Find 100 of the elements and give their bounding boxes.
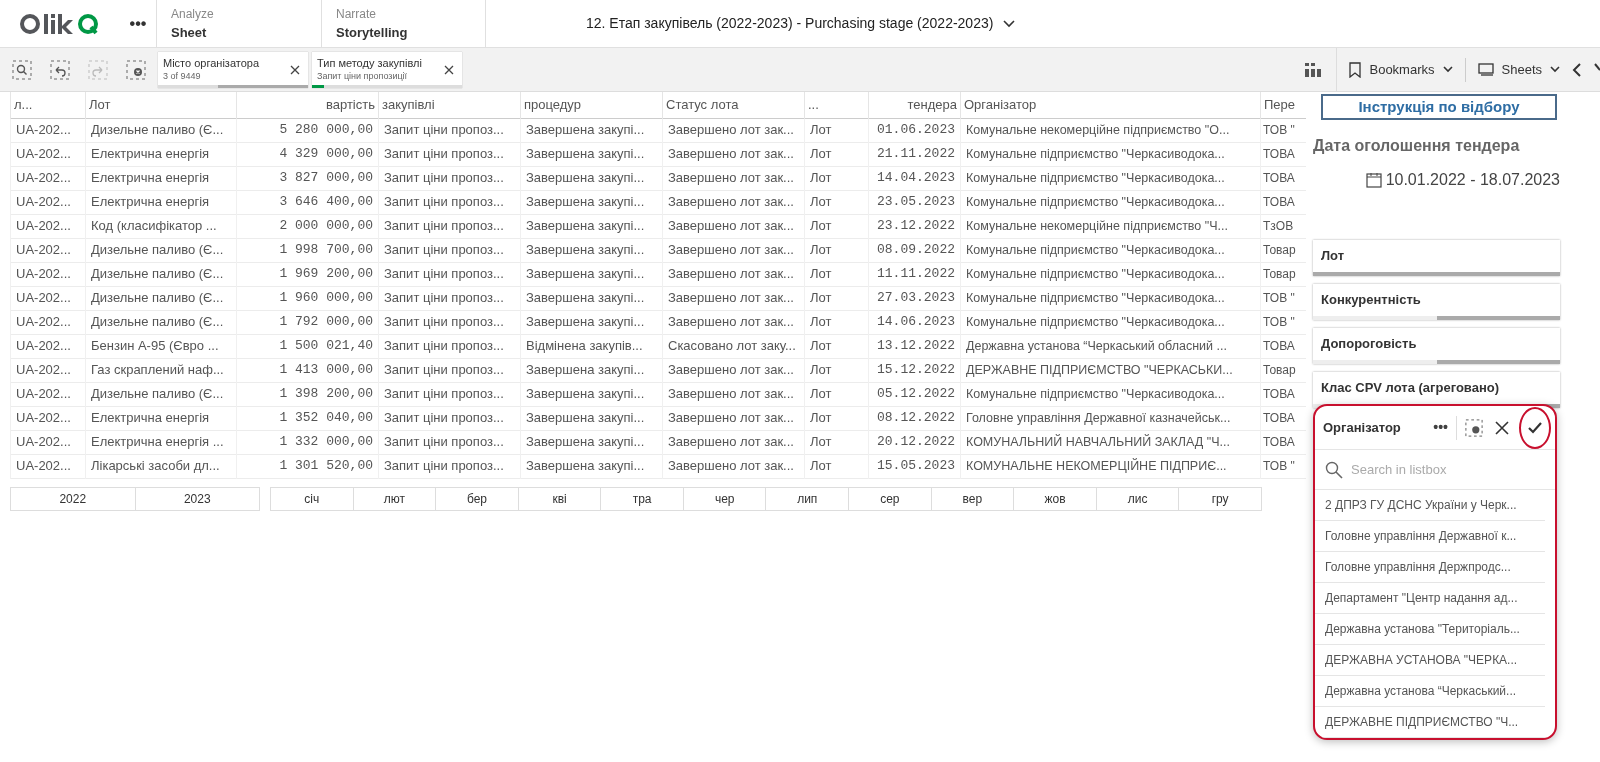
table-cell: Головне управління Державної казначейськ... [960, 406, 1261, 430]
table-cell: Запит ціни пропоз... [378, 286, 521, 310]
confirm-button[interactable] [1519, 406, 1551, 449]
calendar-icon[interactable] [1365, 172, 1382, 188]
table-cell: 13.12.2022 [868, 334, 961, 358]
step-back-icon[interactable] [50, 59, 70, 80]
table-cell: Дизельне паливо (Є... [85, 118, 237, 142]
table-cell: 1 332 000,00 [236, 430, 379, 454]
table-cell: Комунальне підприємство "Черкасиводока... [960, 238, 1261, 262]
filter-pane[interactable]: Клас CPV лота (агреговано) [1313, 372, 1560, 408]
column-header[interactable]: Організатор [960, 92, 1261, 118]
analyze-tab[interactable]: Analyze Sheet [156, 0, 321, 47]
listbox-item[interactable]: Державна установа “Черкаський... [1315, 676, 1545, 707]
table-cell: Лот [804, 286, 869, 310]
table-cell: UA-202... [10, 454, 86, 478]
filter-pane[interactable]: Допороговість [1313, 328, 1560, 364]
table-cell: 1 998 700,00 [236, 238, 379, 262]
chevron-left-icon[interactable] [1572, 62, 1582, 77]
column-header[interactable]: ... [804, 92, 869, 118]
month-filter-item[interactable]: лип [765, 487, 849, 510]
table-cell: 1 301 520,00 [236, 454, 379, 478]
table-cell: UA-202... [10, 190, 86, 214]
month-filter-item[interactable]: лют [352, 487, 436, 510]
selection-field: Тип методу закупівлі [317, 56, 444, 70]
table-cell: UA-202... [10, 382, 86, 406]
month-filter-item[interactable]: кві [517, 487, 601, 510]
column-header[interactable]: л... [10, 92, 86, 118]
more-menu-button[interactable]: ••• [1433, 417, 1448, 438]
table-cell: 15.12.2022 [868, 358, 961, 382]
checkmark-icon[interactable] [1528, 421, 1542, 434]
close-icon[interactable] [290, 64, 300, 75]
table-cell: Запит ціни пропоз... [378, 358, 521, 382]
table-cell: Завершено лот зак... [662, 118, 805, 142]
table-cell: Завершено лот зак... [662, 406, 805, 430]
table-cell: Запит ціни пропоз... [378, 382, 521, 406]
column-header[interactable]: Пере [1260, 92, 1306, 118]
table-cell: Комунальне некомерційне підприємство "О... [960, 118, 1261, 142]
table-cell: 20.12.2022 [868, 430, 961, 454]
table-cell: Дизельне паливо (Є... [85, 262, 237, 286]
month-filter-item[interactable]: жов [1013, 487, 1096, 510]
column-header[interactable]: Лот [85, 92, 237, 118]
listbox-item[interactable]: Державна установа "Територіаль... [1315, 614, 1545, 645]
grid-icon[interactable] [1304, 61, 1323, 78]
smart-search-icon[interactable] [12, 59, 32, 80]
more-menu-button[interactable]: ••• [120, 11, 156, 36]
close-icon[interactable] [444, 64, 454, 75]
listbox-item[interactable]: ДЕРЖАВНА УСТАНОВА "ЧЕРКА... [1315, 645, 1545, 676]
narrate-tab[interactable]: Narrate Storytelling [321, 0, 486, 47]
month-filter-item[interactable]: бер [435, 487, 518, 510]
listbox-search-field[interactable]: Search in listbox [1351, 459, 1531, 480]
month-filter-item[interactable]: сер [848, 487, 931, 510]
column-header[interactable]: процедур [520, 92, 663, 118]
year-filter-item[interactable]: 2022 [11, 487, 135, 510]
bookmarks-button[interactable]: Bookmarks [1349, 59, 1453, 80]
table-cell: Товар [1260, 262, 1306, 286]
table-cell: ТОВА [1260, 166, 1306, 190]
table-cell: Державна установа “Черкаський обласний ... [960, 334, 1261, 358]
table-cell: 08.09.2022 [868, 238, 961, 262]
close-icon[interactable] [1495, 420, 1509, 435]
month-filter-item[interactable]: лис [1095, 487, 1179, 510]
clear-selections-icon[interactable] [1465, 418, 1483, 437]
selection-chip[interactable]: Тип методу закупівлі Запит ціни пропозиції [312, 51, 462, 88]
filter-pane[interactable]: Конкурентність [1313, 284, 1560, 320]
table-cell: 01.06.2023 [868, 118, 961, 142]
table-cell: 3 827 000,00 [236, 166, 379, 190]
table-cell: Запит ціни пропоз... [378, 238, 521, 262]
table-cell: Відмінена закупів... [520, 334, 663, 358]
instruction-button[interactable]: Інструкція по відбору [1321, 94, 1557, 120]
month-filter-item[interactable]: вер [930, 487, 1014, 510]
month-filter-item[interactable]: чер [682, 487, 766, 510]
table-cell: UA-202... [10, 334, 86, 358]
clear-selections-icon[interactable] [126, 59, 146, 80]
table-cell: Запит ціни пропоз... [378, 118, 521, 142]
table-cell: Комунальне підприємство "Черкасиводока... [960, 166, 1261, 190]
listbox-item[interactable]: Департамент "Центр надання ад... [1315, 583, 1545, 614]
month-filter-item[interactable]: гру [1178, 487, 1261, 510]
listbox-item[interactable]: 2 ДПРЗ ГУ ДСНС України у Черк... [1315, 490, 1545, 521]
table-cell: ТОВА [1260, 430, 1306, 454]
selection-chip[interactable]: Місто організатора 3 of 9449 [158, 51, 308, 88]
month-filter-item[interactable]: січ [271, 487, 353, 510]
filter-pane[interactable]: Лот [1313, 240, 1560, 276]
table-cell: Лот [804, 382, 869, 406]
listbox-item[interactable]: Головне управління Держпродс... [1315, 552, 1545, 583]
table-cell: Комунальне підприємство "Черкасиводока... [960, 190, 1261, 214]
table-cell: 1 792 000,00 [236, 310, 379, 334]
chevron-down-icon[interactable] [1003, 19, 1016, 28]
column-header[interactable]: вартість [236, 92, 379, 118]
table-cell: Завершено лот зак... [662, 286, 805, 310]
year-filter-item[interactable]: 2023 [134, 487, 259, 510]
table-cell: Лот [804, 406, 869, 430]
listbox-item[interactable]: ДЕРЖАВНЕ ПІДПРИЄМСТВО "Ч... [1315, 707, 1545, 738]
column-header[interactable]: тендера [868, 92, 961, 118]
table-cell: Електрична енергія [85, 142, 237, 166]
sheets-button[interactable]: Sheets [1477, 59, 1560, 80]
month-filter-item[interactable]: тра [600, 487, 683, 510]
column-header[interactable]: закупівлі [378, 92, 521, 118]
column-header[interactable]: Статус лота [662, 92, 805, 118]
table-cell: UA-202... [10, 310, 86, 334]
date-range-value[interactable]: 10.01.2022 - 18.07.2023 [1385, 168, 1560, 192]
listbox-item[interactable]: Головне управління Державної к... [1315, 521, 1545, 552]
